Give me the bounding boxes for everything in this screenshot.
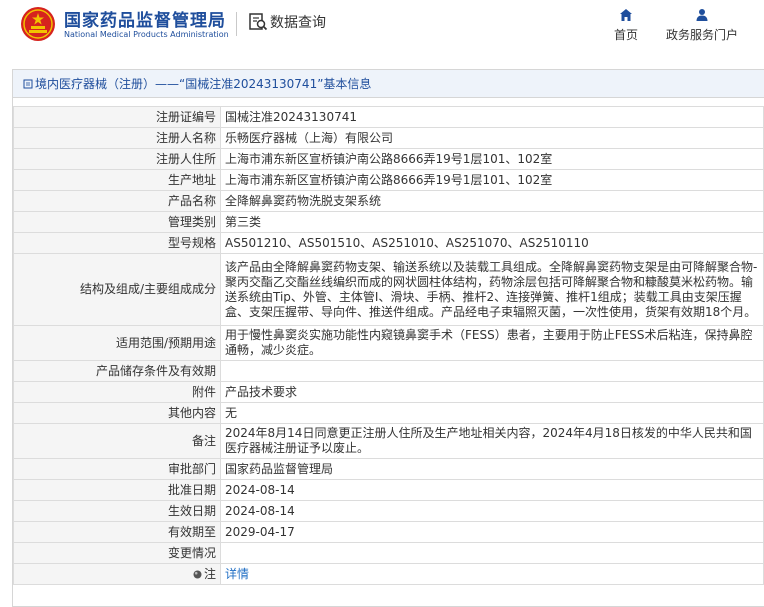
row-label: 备注 — [13, 423, 221, 459]
note-label: 注 — [203, 566, 216, 581]
row-label: 结构及组成/主要组成成分 — [13, 253, 221, 326]
site-header: 国家药品监督管理局 National Medical Products Admi… — [0, 0, 764, 60]
site-name-en: National Medical Products Administration — [64, 30, 229, 39]
row-label: 生效日期 — [13, 500, 221, 522]
row-label: 注册人住所 — [13, 148, 221, 170]
row-label: 管理类别 — [13, 211, 221, 233]
row-label: 适用范围/预期用途 — [13, 325, 221, 361]
row-value: 上海市浦东新区宣桥镇沪南公路8666弄19号1层101、102室 — [220, 169, 764, 191]
row-value: 乐畅医疗器械（上海）有限公司 — [220, 127, 764, 149]
table-row: 型号规格 AS501210、AS501510、AS251010、AS251070、… — [13, 232, 764, 254]
row-value — [220, 360, 764, 382]
row-value: 国械注准20243130741 — [220, 106, 764, 128]
document-icon — [23, 79, 33, 89]
table-row: 注 详情 — [13, 563, 764, 585]
row-label: 附件 — [13, 381, 221, 403]
panel-title: 境内医疗器械（注册）——“国械注准20243130741”基本信息 — [13, 70, 764, 98]
table-row: 管理类别 第三类 — [13, 211, 764, 233]
row-value: 2024-08-14 — [220, 479, 764, 501]
table-row: 适用范围/预期用途 用于慢性鼻窦炎实施功能性内窥镜鼻窦手术（FESS）患者，主要用… — [13, 325, 764, 361]
row-value: 上海市浦东新区宣桥镇沪南公路8666弄19号1层101、102室 — [220, 148, 764, 170]
row-value: 2024年8月14日同意更正注册人住所及生产地址相关内容，2024年4月18日核… — [220, 423, 764, 459]
home-icon — [620, 9, 632, 21]
user-icon — [696, 9, 708, 21]
row-value: 产品技术要求 — [220, 381, 764, 403]
row-value: 国家药品监督管理局 — [220, 458, 764, 480]
row-label: 注册人名称 — [13, 127, 221, 149]
national-emblem-icon — [21, 7, 55, 41]
nav-home-label: 首页 — [613, 28, 638, 42]
row-label-note: 注 — [13, 563, 221, 585]
row-value: 2024-08-14 — [220, 500, 764, 522]
table-row: 注册人住所 上海市浦东新区宣桥镇沪南公路8666弄19号1层101、102室 — [13, 148, 764, 170]
row-label: 生产地址 — [13, 169, 221, 191]
row-value: 全降解鼻窦药物洗脱支架系统 — [220, 190, 764, 212]
row-value — [220, 542, 764, 564]
row-value: 无 — [220, 402, 764, 424]
row-value: 第三类 — [220, 211, 764, 233]
row-value: 用于慢性鼻窦炎实施功能性内窥镜鼻窦手术（FESS）患者，主要用于防止FESS术后… — [220, 325, 764, 361]
table-row: 变更情况 — [13, 542, 764, 564]
data-query-icon — [249, 13, 268, 31]
table-row: 备注 2024年8月14日同意更正注册人住所及生产地址相关内容，2024年4月18… — [13, 423, 764, 459]
row-label: 变更情况 — [13, 542, 221, 564]
details-link[interactable]: 详情 — [225, 567, 249, 581]
table-row: 生产地址 上海市浦东新区宣桥镇沪南公路8666弄19号1层101、102室 — [13, 169, 764, 191]
table-row: 产品储存条件及有效期 — [13, 360, 764, 382]
row-value: AS501210、AS501510、AS251010、AS251070、AS25… — [220, 232, 764, 254]
table-row: 注册人名称 乐畅医疗器械（上海）有限公司 — [13, 127, 764, 149]
site-name-cn[interactable]: 国家药品监督管理局 — [64, 6, 226, 31]
nav-home[interactable]: 首页 — [608, 8, 644, 43]
row-label: 产品储存条件及有效期 — [13, 360, 221, 382]
dot-icon — [193, 570, 202, 578]
row-label: 注册证编号 — [13, 106, 221, 128]
data-query-label[interactable]: 数据查询 — [270, 12, 326, 32]
table-row: 附件 产品技术要求 — [13, 381, 764, 403]
row-label: 有效期至 — [13, 521, 221, 543]
row-label: 其他内容 — [13, 402, 221, 424]
row-label: 产品名称 — [13, 190, 221, 212]
table-row: 注册证编号 国械注准20243130741 — [13, 106, 764, 128]
nav-gov-label: 政务服务门户 — [665, 28, 738, 42]
info-panel: 境内医疗器械（注册）——“国械注准20243130741”基本信息 注册证编号国… — [12, 69, 764, 607]
row-label: 审批部门 — [13, 458, 221, 480]
table-row: 其他内容无 — [13, 402, 764, 424]
row-label: 批准日期 — [13, 479, 221, 501]
table-row: 有效期至 2029-04-17 — [13, 521, 764, 543]
table-row: 产品名称 全降解鼻窦药物洗脱支架系统 — [13, 190, 764, 212]
row-value: 详情 — [220, 563, 764, 585]
table-row: 生效日期 2024-08-14 — [13, 500, 764, 522]
row-label: 型号规格 — [13, 232, 221, 254]
header-divider — [236, 12, 237, 36]
table-row: 结构及组成/主要组成成分 该产品由全降解鼻窦药物支架、输送系统以及装载工具组成。全… — [13, 253, 764, 326]
nav-gov-services[interactable]: 政务服务门户 — [662, 8, 742, 43]
table-row: 审批部门 国家药品监督管理局 — [13, 458, 764, 480]
table-row: 批准日期 2024-08-14 — [13, 479, 764, 501]
panel-title-text: 境内医疗器械（注册）——“国械注准20243130741”基本信息 — [35, 77, 372, 91]
row-value: 该产品由全降解鼻窦药物支架、输送系统以及装载工具组成。全降解鼻窦药物支架是由可降… — [220, 253, 764, 326]
registration-info-table: 注册证编号 国械注准20243130741 注册人名称 乐畅医疗器械（上海）有限公司… — [13, 106, 764, 585]
row-value: 2029-04-17 — [220, 521, 764, 543]
